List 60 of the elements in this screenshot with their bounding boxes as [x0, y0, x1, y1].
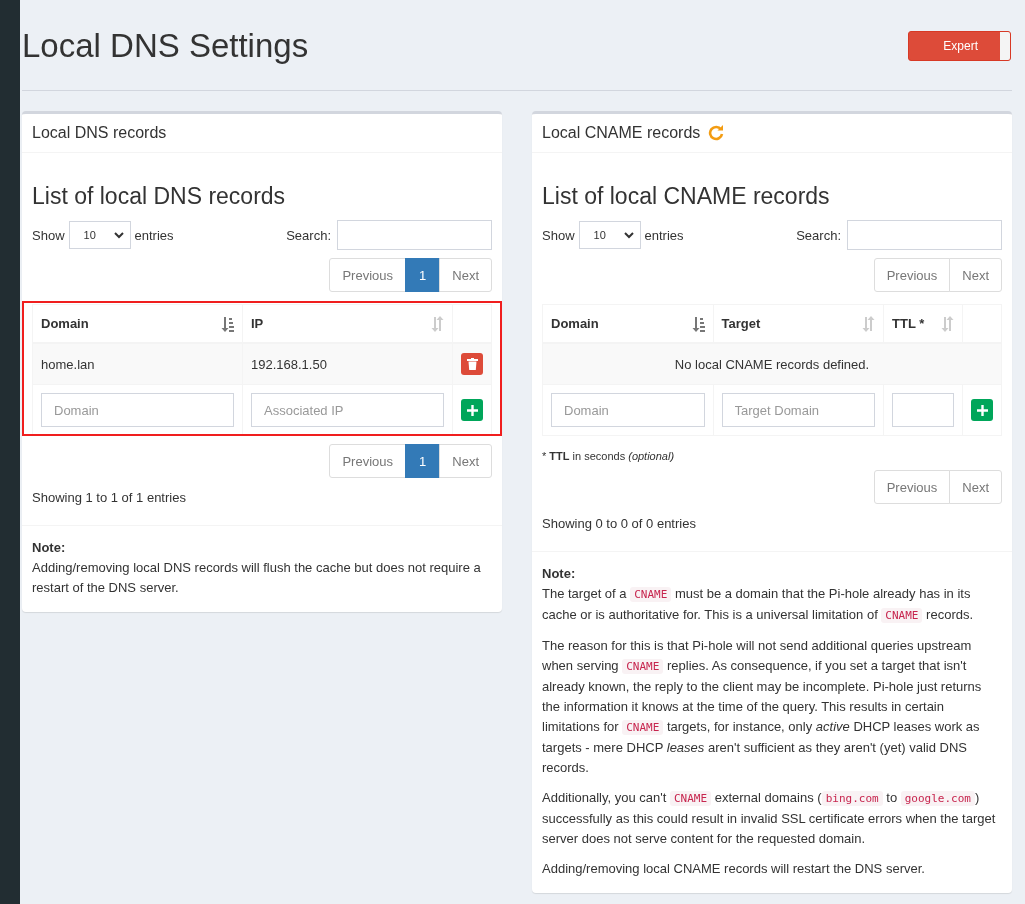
page-title: Local DNS Settings — [22, 26, 309, 65]
search-label: Search: — [796, 227, 841, 243]
note-paragraph: Adding/removing local CNAME records will restart the DNS server. — [542, 860, 926, 878]
sort-icon[interactable] — [221, 315, 234, 332]
pagination-button[interactable]: Previous — [873, 470, 951, 504]
pagination-button[interactable]: 1 — [405, 258, 441, 292]
refresh-icon[interactable] — [708, 125, 725, 141]
pagination-button[interactable]: Next — [439, 258, 492, 292]
empty-message: No local CNAME records defined. — [674, 356, 870, 372]
input-field[interactable]: Domain — [41, 393, 234, 427]
column-header[interactable]: Target — [721, 316, 761, 331]
plus-icon — [466, 404, 478, 416]
add-button[interactable] — [971, 399, 993, 421]
column-header[interactable]: TTL * — [892, 316, 925, 331]
page-size-select[interactable]: 10 — [578, 221, 641, 249]
entries-label: entries — [644, 227, 684, 243]
note-title: Note: — [32, 539, 67, 557]
note-paragraph: The target of a CNAME must be a domain that the Pi-hole already has in its cache or is authoritative for. This is a universal limitation of CNAME records. — [542, 585, 975, 625]
entries-info: Showing 1 to 1 of 1 entries — [32, 490, 187, 505]
table-cell: home.lan — [41, 356, 95, 372]
search-label: Search: — [286, 227, 331, 243]
note-paragraph: Additionally, you can't CNAME external domains ( bing.com to google.com ) successfully as this could result in invalid SSL certificate errors when the target server does not serve content for the requested domain. — [542, 789, 997, 848]
pagination-button[interactable]: 1 — [405, 444, 441, 478]
search-field[interactable] — [847, 220, 1002, 250]
chevron-down-icon — [623, 231, 634, 239]
delete-button[interactable] — [461, 353, 483, 375]
note-title: Note: — [542, 565, 577, 583]
expert-toggle[interactable]: Expert — [908, 31, 1011, 61]
trash-icon — [466, 358, 478, 370]
input-field[interactable]: Domain — [551, 393, 705, 427]
pagination-button[interactable]: Next — [949, 258, 1002, 292]
sort-icon[interactable] — [691, 315, 705, 332]
page-size-select[interactable]: 10 — [68, 221, 131, 249]
column-header[interactable]: Domain — [41, 316, 89, 331]
note-paragraph: The reason for this is that Pi-hole will not send additional queries upstream when serving CNAME replies. As consequence, if you set a target that isn't already known, the reply to the client may be incomplete. Pi-hole just returns the information it knows at the time of the query. This results in certain limitations for CNAME targets, for instance, only active DHCP leases work as targets - mere DHCP leases aren't sufficient as they aren't (yet) valid DNS records. — [542, 637, 983, 777]
note-paragraph: Adding/removing local DNS records will flush the cache but does not require a restart of the DNS server. — [32, 559, 482, 597]
input-field[interactable]: Associated IP — [251, 393, 444, 427]
pagination-button[interactable]: Previous — [873, 258, 951, 292]
card-title: Local DNS records — [32, 124, 167, 142]
column-header[interactable]: IP — [251, 316, 264, 331]
add-button[interactable] — [461, 399, 483, 421]
pagination-button[interactable]: Next — [949, 470, 1002, 504]
entries-label: entries — [134, 227, 174, 243]
search-field[interactable] — [337, 220, 492, 250]
input-field[interactable] — [892, 393, 954, 427]
pagination-button[interactable]: Previous — [329, 444, 407, 478]
pagination-button[interactable]: Next — [439, 444, 492, 478]
pagination-button[interactable]: Previous — [329, 258, 407, 292]
column-header[interactable]: Domain — [551, 316, 599, 331]
entries-info: Showing 0 to 0 of 0 entries — [542, 516, 697, 531]
ttl-footnote: *TTL in seconds (optional) — [542, 450, 676, 462]
list-title: List of local CNAME records — [542, 183, 831, 210]
card-title: Local CNAME records — [542, 124, 701, 142]
chevron-down-icon — [113, 231, 124, 239]
list-title: List of local DNS records — [32, 183, 287, 210]
table-cell: 192.168.1.50 — [251, 356, 327, 372]
show-label: Show — [542, 227, 575, 243]
input-field[interactable]: Target Domain — [721, 393, 875, 427]
show-label: Show — [32, 227, 65, 243]
plus-icon — [976, 404, 988, 416]
